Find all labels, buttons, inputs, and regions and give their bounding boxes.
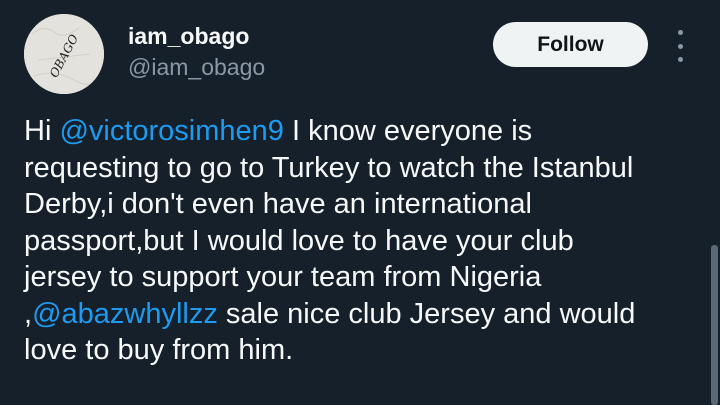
avatar-image: OBAGO	[24, 14, 104, 94]
tweet-card: OBAGO iam_obago @iam_obago Follow Hi @vi…	[0, 0, 720, 405]
tweet-text-segment: sale nice club Jersey and would	[217, 297, 636, 330]
tweet-line: jersey to support your team from Nigeria	[24, 259, 714, 296]
tweet-text-segment: love to buy from him.	[24, 334, 294, 366]
tweet-text-segment: passport,but I would love to have your c…	[24, 224, 574, 257]
tweet-line: Hi @victorosimhen9 I know everyone is	[24, 113, 714, 150]
tweet-text-segment: jersey to support your team from Nigeria	[24, 261, 542, 293]
tweet-text-segment: ,	[24, 297, 33, 330]
author-info: iam_obago @iam_obago	[128, 22, 265, 82]
mention-link[interactable]: @abazwhyllzz	[32, 298, 218, 330]
tweet-line: ,@abazwhyllzz sale nice club Jersey and …	[24, 296, 714, 333]
tweet-text-segment: Hi	[24, 115, 60, 147]
tweet-line: requesting to go to Turkey to watch the …	[24, 150, 714, 187]
tweet-text-segment: Derby,i don't even have an international	[24, 188, 532, 220]
scrollbar[interactable]	[711, 245, 718, 405]
avatar[interactable]: OBAGO	[24, 14, 104, 94]
tweet-text-segment: requesting to go to Turkey to watch the …	[24, 151, 634, 184]
dot	[677, 43, 683, 49]
tweet-text: Hi @victorosimhen9 I know everyone is req…	[24, 113, 714, 369]
dot	[677, 30, 683, 35]
mention-link[interactable]: @victorosimhen9	[59, 115, 283, 147]
follow-button[interactable]: Follow	[493, 22, 648, 67]
author-display-name[interactable]: iam_obago	[128, 22, 265, 50]
tweet-line: Derby,i don't even have an international	[24, 186, 714, 223]
tweet-line: passport,but I would love to have your c…	[24, 223, 714, 260]
author-handle[interactable]: @iam_obago	[128, 52, 265, 82]
tweet-text-segment: I know everyone is	[283, 115, 533, 147]
dot	[677, 57, 683, 62]
more-vertical-icon[interactable]	[670, 30, 690, 62]
tweet-line: love to buy from him.	[24, 332, 714, 369]
